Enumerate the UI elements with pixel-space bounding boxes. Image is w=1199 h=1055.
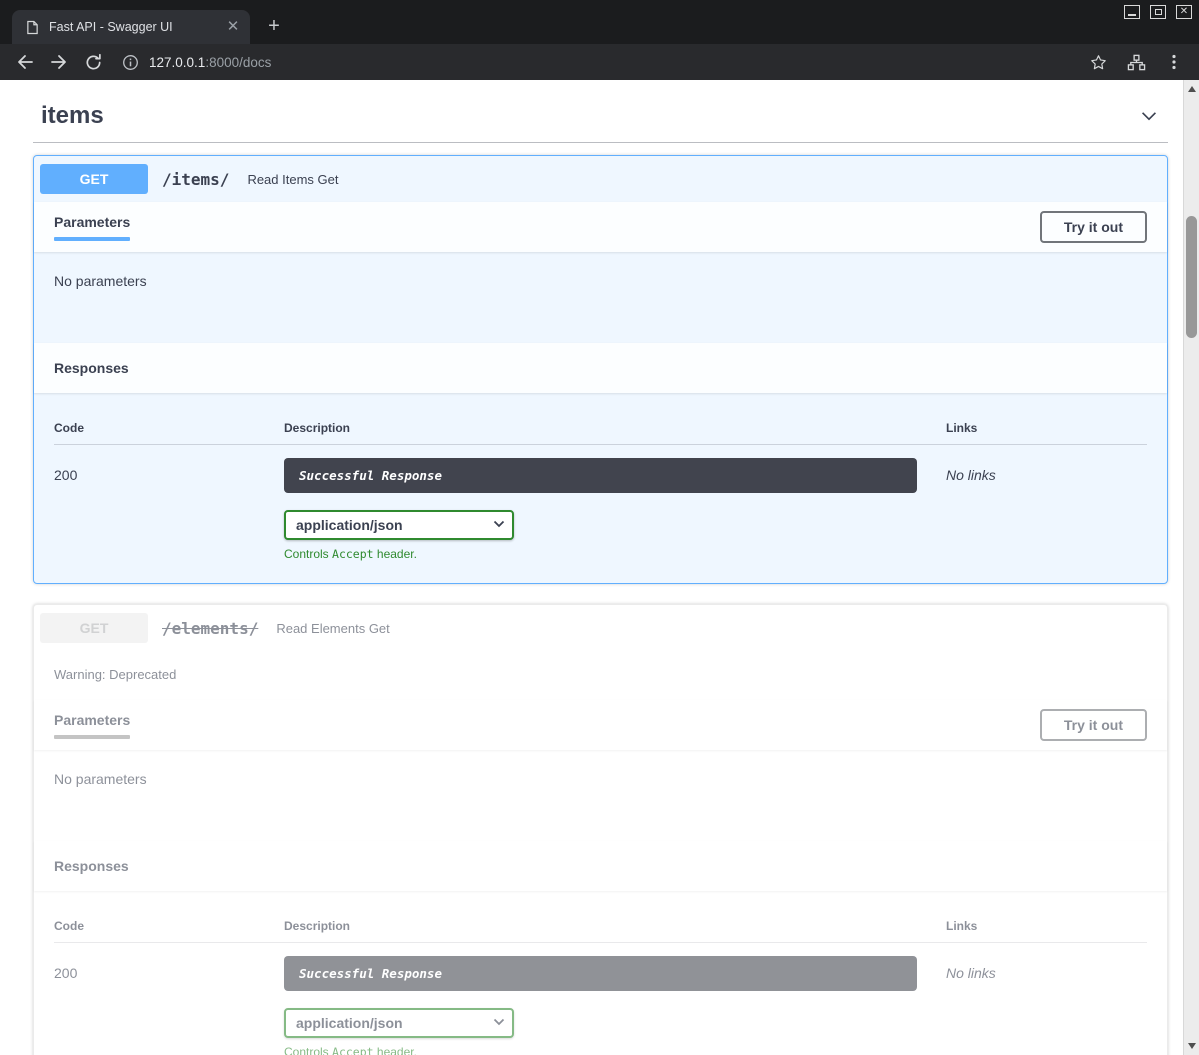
accept-header-note: Controls Accept header. [284, 1045, 946, 1055]
site-info-icon[interactable] [122, 54, 139, 71]
tag-items-header[interactable]: items [33, 86, 1168, 143]
media-type-select[interactable]: application/json [284, 510, 514, 540]
page-content: items GET /items/ Read Items Get Paramet… [0, 80, 1199, 1055]
responses-table: Code Description Links 200 Successful Re… [34, 891, 1167, 1055]
response-links: No links [946, 458, 1147, 483]
address-bar[interactable]: 127.0.0.1:8000/docs [122, 48, 1079, 76]
http-method-badge: GET [40, 164, 148, 194]
tab-groups-button[interactable] [1121, 48, 1151, 76]
window-controls: ✕ [1124, 5, 1192, 19]
url-text: 127.0.0.1:8000/docs [149, 55, 271, 70]
tab-title: Fast API - Swagger UI [49, 20, 224, 34]
accept-header-note: Controls Accept header. [284, 547, 946, 561]
col-description: Description [284, 421, 946, 435]
endpoint-path: /items/ [162, 170, 229, 189]
sitemap-icon [1127, 53, 1146, 72]
col-links: Links [946, 919, 1147, 933]
chevron-down-icon[interactable] [1138, 105, 1160, 127]
bookmark-button[interactable] [1083, 48, 1113, 76]
page-favicon-icon [26, 20, 39, 35]
response-code: 200 [54, 956, 284, 981]
forward-button[interactable] [44, 48, 74, 76]
response-description: Successful Response [284, 956, 917, 991]
responses-title: Responses [54, 858, 129, 874]
responses-header: Responses [34, 343, 1167, 393]
maximize-button[interactable] [1150, 5, 1166, 19]
reload-icon [84, 53, 103, 72]
maximize-icon [1155, 9, 1162, 15]
tab-close-icon[interactable]: ✕ [224, 18, 242, 36]
endpoint-summary: Read Elements Get [276, 621, 389, 636]
new-tab-button[interactable]: + [262, 14, 286, 38]
responses-table-header: Code Description Links [54, 407, 1147, 445]
close-icon: ✕ [1180, 7, 1188, 17]
minimize-button[interactable] [1124, 5, 1140, 19]
parameters-header: Parameters Try it out [34, 202, 1167, 252]
try-it-out-button[interactable]: Try it out [1040, 709, 1147, 741]
browser-window: Fast API - Swagger UI ✕ + ✕ 127.0.0.1:80… [0, 0, 1199, 1055]
media-type-select[interactable]: application/json [284, 1008, 514, 1038]
responses-table-header: Code Description Links [54, 905, 1147, 943]
browser-tab[interactable]: Fast API - Swagger UI ✕ [12, 10, 250, 44]
section-title: items [41, 102, 104, 130]
col-code: Code [54, 919, 284, 933]
back-icon [15, 52, 35, 72]
star-icon [1089, 53, 1108, 72]
toolbar-actions [1083, 48, 1189, 76]
swagger-page: items GET /items/ Read Items Get Paramet… [0, 80, 1199, 1055]
endpoint-path: /elements/ [162, 619, 258, 638]
kebab-menu-icon [1165, 53, 1183, 71]
parameters-header: Parameters Try it out [34, 700, 1167, 750]
response-description: Successful Response [284, 458, 917, 493]
opblock-summary[interactable]: GET /elements/ Read Elements Get [34, 605, 1167, 651]
no-parameters-text: No parameters [34, 252, 1167, 343]
minimize-icon [1128, 14, 1136, 16]
deprecated-warning: Warning: Deprecated [34, 651, 1167, 700]
response-row: 200 Successful Response application/json [54, 445, 1147, 561]
response-row: 200 Successful Response application/json [54, 943, 1147, 1055]
parameters-tab[interactable]: Parameters [54, 214, 130, 241]
forward-icon [49, 52, 69, 72]
reload-button[interactable] [78, 48, 108, 76]
media-type-control: application/json [284, 1008, 514, 1038]
opblock-summary[interactable]: GET /items/ Read Items Get [34, 156, 1167, 202]
opblock-get-elements-deprecated: GET /elements/ Read Elements Get Warning… [33, 604, 1168, 1055]
opblock-get-items: GET /items/ Read Items Get Parameters Tr… [33, 155, 1168, 584]
parameters-tab[interactable]: Parameters [54, 712, 130, 739]
browser-toolbar: 127.0.0.1:8000/docs [0, 44, 1199, 80]
responses-header: Responses [34, 841, 1167, 891]
vertical-scrollbar[interactable] [1183, 80, 1199, 1055]
col-description: Description [284, 919, 946, 933]
response-description-cell: Successful Response application/json [284, 956, 946, 1055]
try-it-out-button[interactable]: Try it out [1040, 211, 1147, 243]
window-titlebar: Fast API - Swagger UI ✕ + ✕ [0, 0, 1199, 44]
scrollbar-thumb[interactable] [1186, 216, 1197, 338]
col-code: Code [54, 421, 284, 435]
responses-table: Code Description Links 200 Successful Re… [34, 393, 1167, 583]
responses-title: Responses [54, 360, 129, 376]
browser-menu-button[interactable] [1159, 48, 1189, 76]
response-description-cell: Successful Response application/json [284, 458, 946, 561]
media-type-control: application/json [284, 510, 514, 540]
response-code: 200 [54, 458, 284, 483]
back-button[interactable] [10, 48, 40, 76]
no-parameters-text: No parameters [34, 750, 1167, 841]
close-button[interactable]: ✕ [1176, 5, 1192, 19]
scroll-up-arrow-icon[interactable] [1188, 86, 1196, 92]
scroll-down-arrow-icon[interactable] [1188, 1043, 1196, 1049]
endpoint-summary: Read Items Get [247, 172, 338, 187]
http-method-badge: GET [40, 613, 148, 643]
response-links: No links [946, 956, 1147, 981]
col-links: Links [946, 421, 1147, 435]
